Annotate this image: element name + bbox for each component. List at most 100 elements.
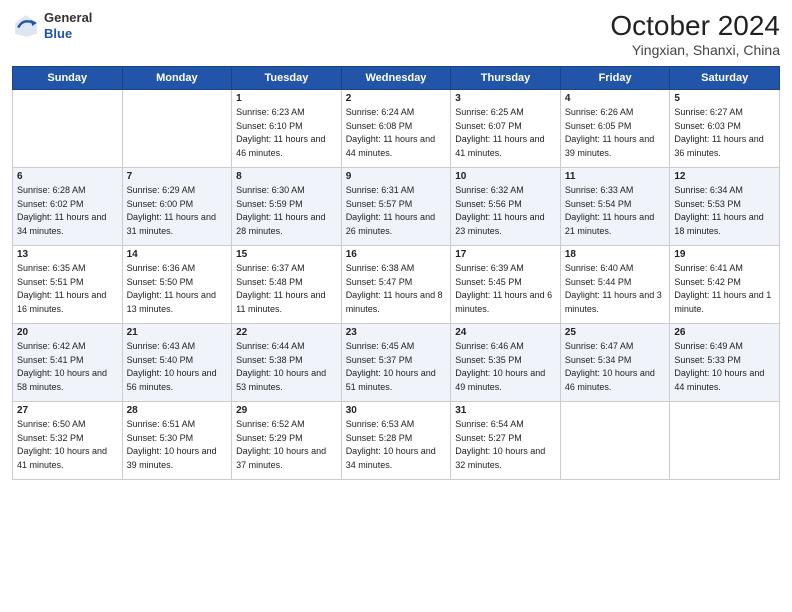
calendar-week-1: 1 Sunrise: 6:23 AM Sunset: 6:10 PM Daylig…: [13, 90, 780, 168]
day-number: 12: [674, 171, 775, 182]
col-monday: Monday: [122, 67, 232, 90]
calendar-cell: 29 Sunrise: 6:52 AM Sunset: 5:29 PM Dayli…: [232, 402, 342, 480]
day-number: 2: [346, 93, 447, 104]
calendar-week-5: 27Sunrise: 6:50 AM Sunset: 5:32 PM Dayli…: [13, 402, 780, 480]
day-number: 19: [674, 249, 775, 260]
col-sunday: Sunday: [13, 67, 123, 90]
header: General Blue October 2024 Yingxian, Shan…: [12, 10, 780, 58]
day-number: 10: [455, 171, 556, 182]
day-info: Sunrise: 6:47 AM Sunset: 5:34 PM Dayligh…: [565, 340, 666, 394]
day-number: 20: [17, 327, 118, 338]
calendar-week-2: 6Sunrise: 6:28 AM Sunset: 6:02 PM Daylig…: [13, 168, 780, 246]
day-info: Sunrise: 6:42 AM Sunset: 5:41 PM Dayligh…: [17, 340, 118, 394]
day-number: 27: [17, 405, 118, 416]
calendar-cell: 5Sunrise: 6:27 AM Sunset: 6:03 PM Daylig…: [670, 90, 780, 168]
day-info: Sunrise: 6:32 AM Sunset: 5:56 PM Dayligh…: [455, 184, 556, 238]
day-info: Sunrise: 6:53 AM Sunset: 5:28 PM Dayligh…: [346, 418, 447, 472]
day-number: 26: [674, 327, 775, 338]
calendar-cell: 7 Sunrise: 6:29 AM Sunset: 6:00 PM Daylig…: [122, 168, 232, 246]
day-number: 4: [565, 93, 666, 104]
day-number: 17: [455, 249, 556, 260]
calendar-cell: 1 Sunrise: 6:23 AM Sunset: 6:10 PM Daylig…: [232, 90, 342, 168]
logo: General Blue: [12, 10, 92, 41]
calendar-cell: 30Sunrise: 6:53 AM Sunset: 5:28 PM Dayli…: [341, 402, 451, 480]
calendar-cell: 15 Sunrise: 6:37 AM Sunset: 5:48 PM Dayli…: [232, 246, 342, 324]
day-number: 28: [127, 405, 228, 416]
calendar-cell: 13 Sunrise: 6:35 AM Sunset: 5:51 PM Dayli…: [13, 246, 123, 324]
day-info: Sunrise: 6:40 AM Sunset: 5:44 PM Dayligh…: [565, 262, 666, 316]
day-info: Sunrise: 6:23 AM Sunset: 6:10 PM Dayligh…: [236, 106, 337, 160]
day-number: 6: [17, 171, 118, 182]
day-info: Sunrise: 6:45 AM Sunset: 5:37 PM Dayligh…: [346, 340, 447, 394]
calendar-cell: 21Sunrise: 6:43 AM Sunset: 5:40 PM Dayli…: [122, 324, 232, 402]
calendar-cell: 14 Sunrise: 6:36 AM Sunset: 5:50 PM Dayli…: [122, 246, 232, 324]
calendar-cell: 19 Sunrise: 6:41 AM Sunset: 5:42 PM Dayli…: [670, 246, 780, 324]
calendar-cell: 26Sunrise: 6:49 AM Sunset: 5:33 PM Dayli…: [670, 324, 780, 402]
day-info: Sunrise: 6:33 AM Sunset: 5:54 PM Dayligh…: [565, 184, 666, 238]
day-info: Sunrise: 6:36 AM Sunset: 5:50 PM Dayligh…: [127, 262, 228, 316]
calendar-cell: 12 Sunrise: 6:34 AM Sunset: 5:53 PM Dayli…: [670, 168, 780, 246]
calendar-cell: 23 Sunrise: 6:45 AM Sunset: 5:37 PM Dayli…: [341, 324, 451, 402]
calendar-header: Sunday Monday Tuesday Wednesday Thursday…: [13, 67, 780, 90]
day-number: 25: [565, 327, 666, 338]
logo-icon: [12, 12, 40, 40]
calendar-cell: [13, 90, 123, 168]
day-number: 31: [455, 405, 556, 416]
calendar-title: October 2024: [610, 10, 780, 42]
day-info: Sunrise: 6:41 AM Sunset: 5:42 PM Dayligh…: [674, 262, 775, 316]
calendar-cell: 11Sunrise: 6:33 AM Sunset: 5:54 PM Dayli…: [560, 168, 670, 246]
day-number: 8: [236, 171, 337, 182]
calendar-cell: 31 Sunrise: 6:54 AM Sunset: 5:27 PM Dayli…: [451, 402, 561, 480]
day-number: 15: [236, 249, 337, 260]
day-info: Sunrise: 6:26 AM Sunset: 6:05 PM Dayligh…: [565, 106, 666, 160]
day-number: 7: [127, 171, 228, 182]
calendar-week-4: 20 Sunrise: 6:42 AM Sunset: 5:41 PM Dayli…: [13, 324, 780, 402]
title-block: October 2024 Yingxian, Shanxi, China: [610, 10, 780, 58]
calendar-cell: 18 Sunrise: 6:40 AM Sunset: 5:44 PM Dayli…: [560, 246, 670, 324]
day-number: 1: [236, 93, 337, 104]
day-info: Sunrise: 6:30 AM Sunset: 5:59 PM Dayligh…: [236, 184, 337, 238]
day-info: Sunrise: 6:52 AM Sunset: 5:29 PM Dayligh…: [236, 418, 337, 472]
calendar-cell: 22 Sunrise: 6:44 AM Sunset: 5:38 PM Dayli…: [232, 324, 342, 402]
day-info: Sunrise: 6:35 AM Sunset: 5:51 PM Dayligh…: [17, 262, 118, 316]
calendar-table: Sunday Monday Tuesday Wednesday Thursday…: [12, 66, 780, 480]
day-number: 9: [346, 171, 447, 182]
calendar-cell: 28 Sunrise: 6:51 AM Sunset: 5:30 PM Dayli…: [122, 402, 232, 480]
calendar-cell: 4 Sunrise: 6:26 AM Sunset: 6:05 PM Daylig…: [560, 90, 670, 168]
col-tuesday: Tuesday: [232, 67, 342, 90]
calendar-cell: 16 Sunrise: 6:38 AM Sunset: 5:47 PM Dayli…: [341, 246, 451, 324]
col-saturday: Saturday: [670, 67, 780, 90]
day-info: Sunrise: 6:24 AM Sunset: 6:08 PM Dayligh…: [346, 106, 447, 160]
day-info: Sunrise: 6:38 AM Sunset: 5:47 PM Dayligh…: [346, 262, 447, 316]
page-container: General Blue October 2024 Yingxian, Shan…: [0, 0, 792, 488]
day-number: 13: [17, 249, 118, 260]
calendar-cell: [670, 402, 780, 480]
calendar-cell: 3 Sunrise: 6:25 AM Sunset: 6:07 PM Daylig…: [451, 90, 561, 168]
header-row: Sunday Monday Tuesday Wednesday Thursday…: [13, 67, 780, 90]
day-number: 22: [236, 327, 337, 338]
day-info: Sunrise: 6:43 AM Sunset: 5:40 PM Dayligh…: [127, 340, 228, 394]
calendar-cell: 17Sunrise: 6:39 AM Sunset: 5:45 PM Dayli…: [451, 246, 561, 324]
calendar-subtitle: Yingxian, Shanxi, China: [610, 42, 780, 58]
day-number: 16: [346, 249, 447, 260]
calendar-cell: 2 Sunrise: 6:24 AM Sunset: 6:08 PM Daylig…: [341, 90, 451, 168]
day-info: Sunrise: 6:51 AM Sunset: 5:30 PM Dayligh…: [127, 418, 228, 472]
day-number: 3: [455, 93, 556, 104]
day-number: 29: [236, 405, 337, 416]
day-info: Sunrise: 6:34 AM Sunset: 5:53 PM Dayligh…: [674, 184, 775, 238]
day-number: 18: [565, 249, 666, 260]
calendar-cell: 9Sunrise: 6:31 AM Sunset: 5:57 PM Daylig…: [341, 168, 451, 246]
day-info: Sunrise: 6:29 AM Sunset: 6:00 PM Dayligh…: [127, 184, 228, 238]
day-number: 24: [455, 327, 556, 338]
logo-text: General Blue: [44, 10, 92, 41]
day-info: Sunrise: 6:54 AM Sunset: 5:27 PM Dayligh…: [455, 418, 556, 472]
col-thursday: Thursday: [451, 67, 561, 90]
day-info: Sunrise: 6:46 AM Sunset: 5:35 PM Dayligh…: [455, 340, 556, 394]
calendar-cell: 24 Sunrise: 6:46 AM Sunset: 5:35 PM Dayli…: [451, 324, 561, 402]
day-number: 23: [346, 327, 447, 338]
calendar-body: 1 Sunrise: 6:23 AM Sunset: 6:10 PM Daylig…: [13, 90, 780, 480]
day-info: Sunrise: 6:44 AM Sunset: 5:38 PM Dayligh…: [236, 340, 337, 394]
day-info: Sunrise: 6:37 AM Sunset: 5:48 PM Dayligh…: [236, 262, 337, 316]
day-info: Sunrise: 6:25 AM Sunset: 6:07 PM Dayligh…: [455, 106, 556, 160]
day-number: 14: [127, 249, 228, 260]
